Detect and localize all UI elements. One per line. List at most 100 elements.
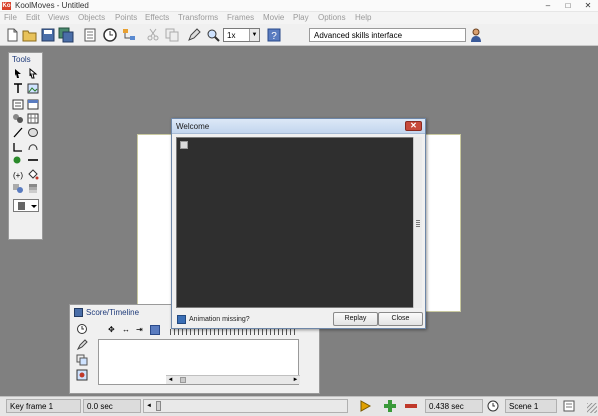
layers-tool-icon[interactable] [27, 183, 39, 194]
fill-color-icon[interactable] [12, 155, 24, 166]
help-icon[interactable]: ? [266, 27, 282, 43]
slider-thumb[interactable] [156, 401, 161, 411]
window-title: KoolMoves - Untitled [15, 1, 89, 10]
frame-tool-icon[interactable] [12, 99, 24, 110]
group-tool-icon[interactable] [12, 113, 24, 124]
menu-effects[interactable]: Effects [145, 13, 169, 23]
zoom-dropdown[interactable]: 1x ▼ [223, 28, 260, 42]
dialog-vertical-scrollbar[interactable] [413, 137, 422, 308]
timeline-help-icon[interactable] [150, 325, 160, 335]
menu-edit[interactable]: Edit [26, 13, 40, 23]
scroll-thumb[interactable] [180, 377, 186, 383]
timeline-horizontal-scrollbar[interactable]: ◄ ► [166, 375, 300, 384]
page-icon[interactable] [82, 27, 98, 43]
zoom-icon[interactable] [205, 27, 221, 43]
duration-status-text: 0.438 sec [429, 402, 464, 411]
line-tool-icon[interactable] [12, 127, 24, 138]
scene-status-text: Scene 1 [509, 402, 539, 411]
arrow-select-icon[interactable] [12, 68, 24, 79]
tools-palette: Tools (+) [8, 52, 43, 240]
close-button[interactable]: Close [378, 312, 423, 326]
new-file-icon[interactable] [4, 27, 20, 43]
brush-style-dropdown[interactable] [13, 199, 39, 212]
menu-transforms[interactable]: Transforms [178, 13, 218, 23]
frame-slider[interactable]: ◄ [143, 399, 348, 413]
window-tool-icon[interactable] [27, 99, 39, 110]
menu-bar: File Edit Views Objects Points Effects T… [0, 12, 598, 24]
interface-mode-field[interactable]: Advanced skills interface [309, 28, 466, 42]
animation-preview [176, 137, 416, 308]
minimize-button[interactable]: – [540, 1, 556, 11]
scene-manager-icon[interactable] [562, 399, 576, 413]
menu-points[interactable]: Points [115, 13, 137, 23]
scroll-left-icon[interactable]: ◄ [166, 376, 175, 384]
zoom-value: 1x [227, 31, 236, 40]
close-window-button[interactable]: ✕ [580, 1, 596, 11]
welcome-dialog: Welcome ✕ Animation missing? Replay Clos… [171, 118, 426, 329]
replay-button[interactable]: Replay [333, 312, 378, 326]
menu-objects[interactable]: Objects [78, 13, 105, 23]
line-color-icon[interactable] [27, 155, 39, 166]
timer-icon[interactable] [486, 399, 500, 413]
interface-mode-text: Advanced skills interface [314, 31, 403, 40]
timeline-pen-icon[interactable] [76, 339, 88, 351]
menu-help[interactable]: Help [355, 13, 371, 23]
maximize-button[interactable]: □ [560, 1, 576, 11]
insert-frame-icon[interactable]: ⇥ [136, 325, 148, 335]
dialog-close-button[interactable]: ✕ [405, 121, 422, 131]
clock-icon[interactable] [102, 27, 118, 43]
menu-options[interactable]: Options [318, 13, 346, 23]
scroll-right-icon[interactable]: ► [291, 376, 300, 384]
grid-tool-icon[interactable] [27, 113, 39, 124]
add-frame-icon[interactable] [383, 399, 397, 413]
menu-file[interactable]: File [4, 13, 17, 23]
timeline-ruler [170, 329, 298, 335]
dialog-title-bar: Welcome ✕ [172, 119, 425, 134]
open-folder-icon[interactable] [22, 27, 38, 43]
timeline-side-tools [72, 321, 92, 391]
pen-icon[interactable] [186, 27, 202, 43]
main-toolbar: 1x ▼ ? Advanced skills interface [0, 24, 598, 46]
point-select-icon[interactable] [27, 68, 39, 79]
paint-bucket-icon[interactable] [27, 169, 39, 180]
hierarchy-icon[interactable] [121, 27, 137, 43]
user-icon[interactable] [468, 27, 484, 43]
resize-grip-icon[interactable] [587, 403, 597, 413]
timeline-panel-icon [74, 308, 83, 317]
menu-views[interactable]: Views [48, 13, 69, 23]
play-icon[interactable] [358, 399, 372, 413]
morph-tool-icon[interactable] [12, 183, 24, 194]
shape-tool-icon[interactable] [12, 141, 24, 152]
app-logo-icon: Ko [2, 2, 11, 10]
title-bar: Ko KoolMoves - Untitled – □ ✕ [0, 0, 598, 12]
frame-status: Key frame 1 [6, 399, 81, 413]
save-all-icon[interactable] [58, 27, 74, 43]
timeline-clock-icon[interactable] [76, 323, 88, 335]
menu-frames[interactable]: Frames [227, 13, 254, 23]
timeline-image-icon[interactable] [76, 369, 88, 381]
menu-movie[interactable]: Movie [263, 13, 284, 23]
cut-icon[interactable] [145, 27, 161, 43]
transform-tool-icon[interactable]: (+) [12, 169, 24, 180]
time-status: 0.0 sec [83, 399, 141, 413]
slider-left-icon[interactable]: ◄ [146, 402, 152, 411]
save-icon[interactable] [40, 27, 56, 43]
move-key-icon[interactable]: ✥ [108, 325, 120, 335]
copy-icon[interactable] [164, 27, 180, 43]
dialog-title: Welcome [176, 122, 210, 131]
curve-tool-icon[interactable] [27, 141, 39, 152]
ellipse-tool-icon[interactable] [27, 127, 39, 138]
text-tool-icon[interactable] [12, 83, 24, 94]
stretch-icon[interactable]: ↔ [122, 325, 134, 335]
tools-title: Tools [12, 55, 31, 64]
remove-frame-icon[interactable] [404, 399, 418, 413]
animation-missing-link[interactable]: Animation missing? [189, 315, 250, 324]
timeline-copy-icon[interactable] [76, 354, 88, 366]
menu-play[interactable]: Play [293, 13, 309, 23]
time-status-text: 0.0 sec [87, 402, 113, 411]
scroll-grip-icon[interactable] [416, 219, 420, 227]
frame-status-text: Key frame 1 [10, 402, 54, 411]
scene-status: Scene 1 [505, 399, 557, 413]
duration-status: 0.438 sec [425, 399, 483, 413]
image-tool-icon[interactable] [27, 83, 39, 94]
